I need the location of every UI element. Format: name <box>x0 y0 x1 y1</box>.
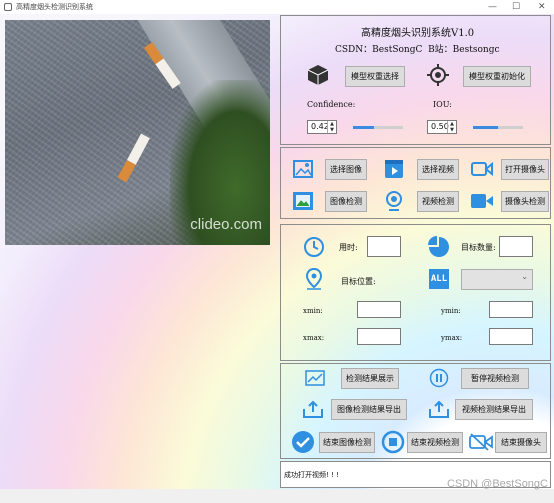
webcam-icon <box>386 191 402 211</box>
csdn-watermark: CSDN @BestSongC <box>446 478 548 490</box>
xmax-field[interactable] <box>357 328 401 345</box>
end-video-button[interactable]: 结束视频检测 <box>407 432 463 453</box>
export-image-button[interactable]: 图像检测结果导出 <box>331 399 407 420</box>
location-pin-icon <box>305 268 323 290</box>
select-video-button[interactable]: 选择视频 <box>417 159 459 180</box>
upload-icon <box>303 400 323 418</box>
target-icon <box>427 64 449 86</box>
camera-detect-icon <box>471 194 493 208</box>
xmin-field[interactable] <box>357 301 401 318</box>
camera-off-icon <box>469 433 493 451</box>
source-panel: 选择图像 选择视频 打开摄像头 图像检测 视频检测 摄像头检测 <box>280 147 551 219</box>
confidence-slider[interactable] <box>353 126 403 129</box>
iou-label: IOU: <box>433 100 452 109</box>
video-player-icon <box>385 160 403 178</box>
select-weights-button[interactable]: 模型权重选择 <box>345 66 405 87</box>
spin-arrows-icon[interactable]: ▲ ▼ <box>447 121 456 133</box>
show-results-button[interactable]: 检测结果展示 <box>341 368 399 389</box>
cube-icon <box>307 65 329 85</box>
results-panel: 用时: 目标数量: 目标位置: ALL ⌄ xmin: ymin: xmax: … <box>280 224 551 361</box>
status-bar <box>0 489 554 503</box>
maximize-button[interactable]: ☐ <box>512 1 520 13</box>
actions-panel: 检测结果展示 暂停视频检测 图像检测结果导出 视频检测结果导出 结束图像检测 结… <box>280 363 551 459</box>
window-title: 高精度烟头检测识别系统 <box>16 3 93 11</box>
export-video-button[interactable]: 视频检测结果导出 <box>455 399 533 420</box>
check-circle-icon <box>292 431 314 453</box>
open-camera-button[interactable]: 打开摄像头 <box>501 159 549 180</box>
clock-icon <box>304 237 324 257</box>
image-preview: clideo.com <box>5 20 270 245</box>
ymin-label: ymin: <box>441 307 461 315</box>
video-camera-icon <box>471 161 493 177</box>
preview-watermark: clideo.com <box>190 216 262 233</box>
pause-icon <box>429 368 449 388</box>
count-field[interactable] <box>499 236 533 257</box>
count-label: 目标数量: <box>461 243 496 252</box>
close-button[interactable]: ✕ <box>538 1 546 13</box>
app-title: 高精度烟头识别系统V1.0 <box>361 28 475 39</box>
end-image-button[interactable]: 结束图像检测 <box>319 432 375 453</box>
upload-icon <box>429 400 449 418</box>
detect-image-button[interactable]: 图像检测 <box>325 191 367 212</box>
detect-video-button[interactable]: 视频检测 <box>417 191 459 212</box>
detect-camera-button[interactable]: 摄像头检测 <box>501 191 549 212</box>
time-field[interactable] <box>367 236 401 257</box>
image-detect-icon <box>293 192 313 210</box>
init-weights-button[interactable]: 模型权重初始化 <box>463 66 531 87</box>
chevron-down-icon: ⌄ <box>521 272 528 281</box>
line-chart-icon <box>305 370 325 386</box>
stop-circle-icon <box>381 430 405 454</box>
ymax-label: ymax: <box>441 334 463 342</box>
author-subtitle: CSDN：BestSongC B站：Bestsongc <box>335 45 500 55</box>
position-label: 目标位置: <box>341 277 376 286</box>
time-label: 用时: <box>339 243 358 252</box>
pause-video-button[interactable]: 暂停视频检测 <box>461 368 529 389</box>
ymax-field[interactable] <box>489 328 533 345</box>
select-image-button[interactable]: 选择图像 <box>325 159 367 180</box>
window-titlebar: 高精度烟头检测识别系统 — ☐ ✕ <box>0 0 554 15</box>
app-icon <box>4 3 12 11</box>
pie-chart-icon <box>428 236 449 257</box>
confidence-spinbox[interactable]: 0.42 ▲ ▼ <box>307 120 337 134</box>
iou-slider[interactable] <box>473 126 523 129</box>
log-message: 成功打开视频! ! ! <box>284 471 339 479</box>
all-icon: ALL <box>429 269 449 289</box>
confidence-label: Confidence: <box>307 100 356 109</box>
image-icon <box>293 160 313 178</box>
spin-arrows-icon[interactable]: ▲ ▼ <box>327 121 336 133</box>
xmin-label: xmin: <box>303 307 323 315</box>
minimize-button[interactable]: — <box>488 1 497 13</box>
xmax-label: xmax: <box>303 334 325 342</box>
ymin-field[interactable] <box>489 301 533 318</box>
model-panel: 高精度烟头识别系统V1.0 CSDN：BestSongC B站：Bestsong… <box>280 15 551 145</box>
target-select[interactable]: ⌄ <box>461 269 533 290</box>
end-camera-button[interactable]: 结束摄像头 <box>495 432 547 453</box>
iou-spinbox[interactable]: 0.50 ▲ ▼ <box>427 120 457 134</box>
